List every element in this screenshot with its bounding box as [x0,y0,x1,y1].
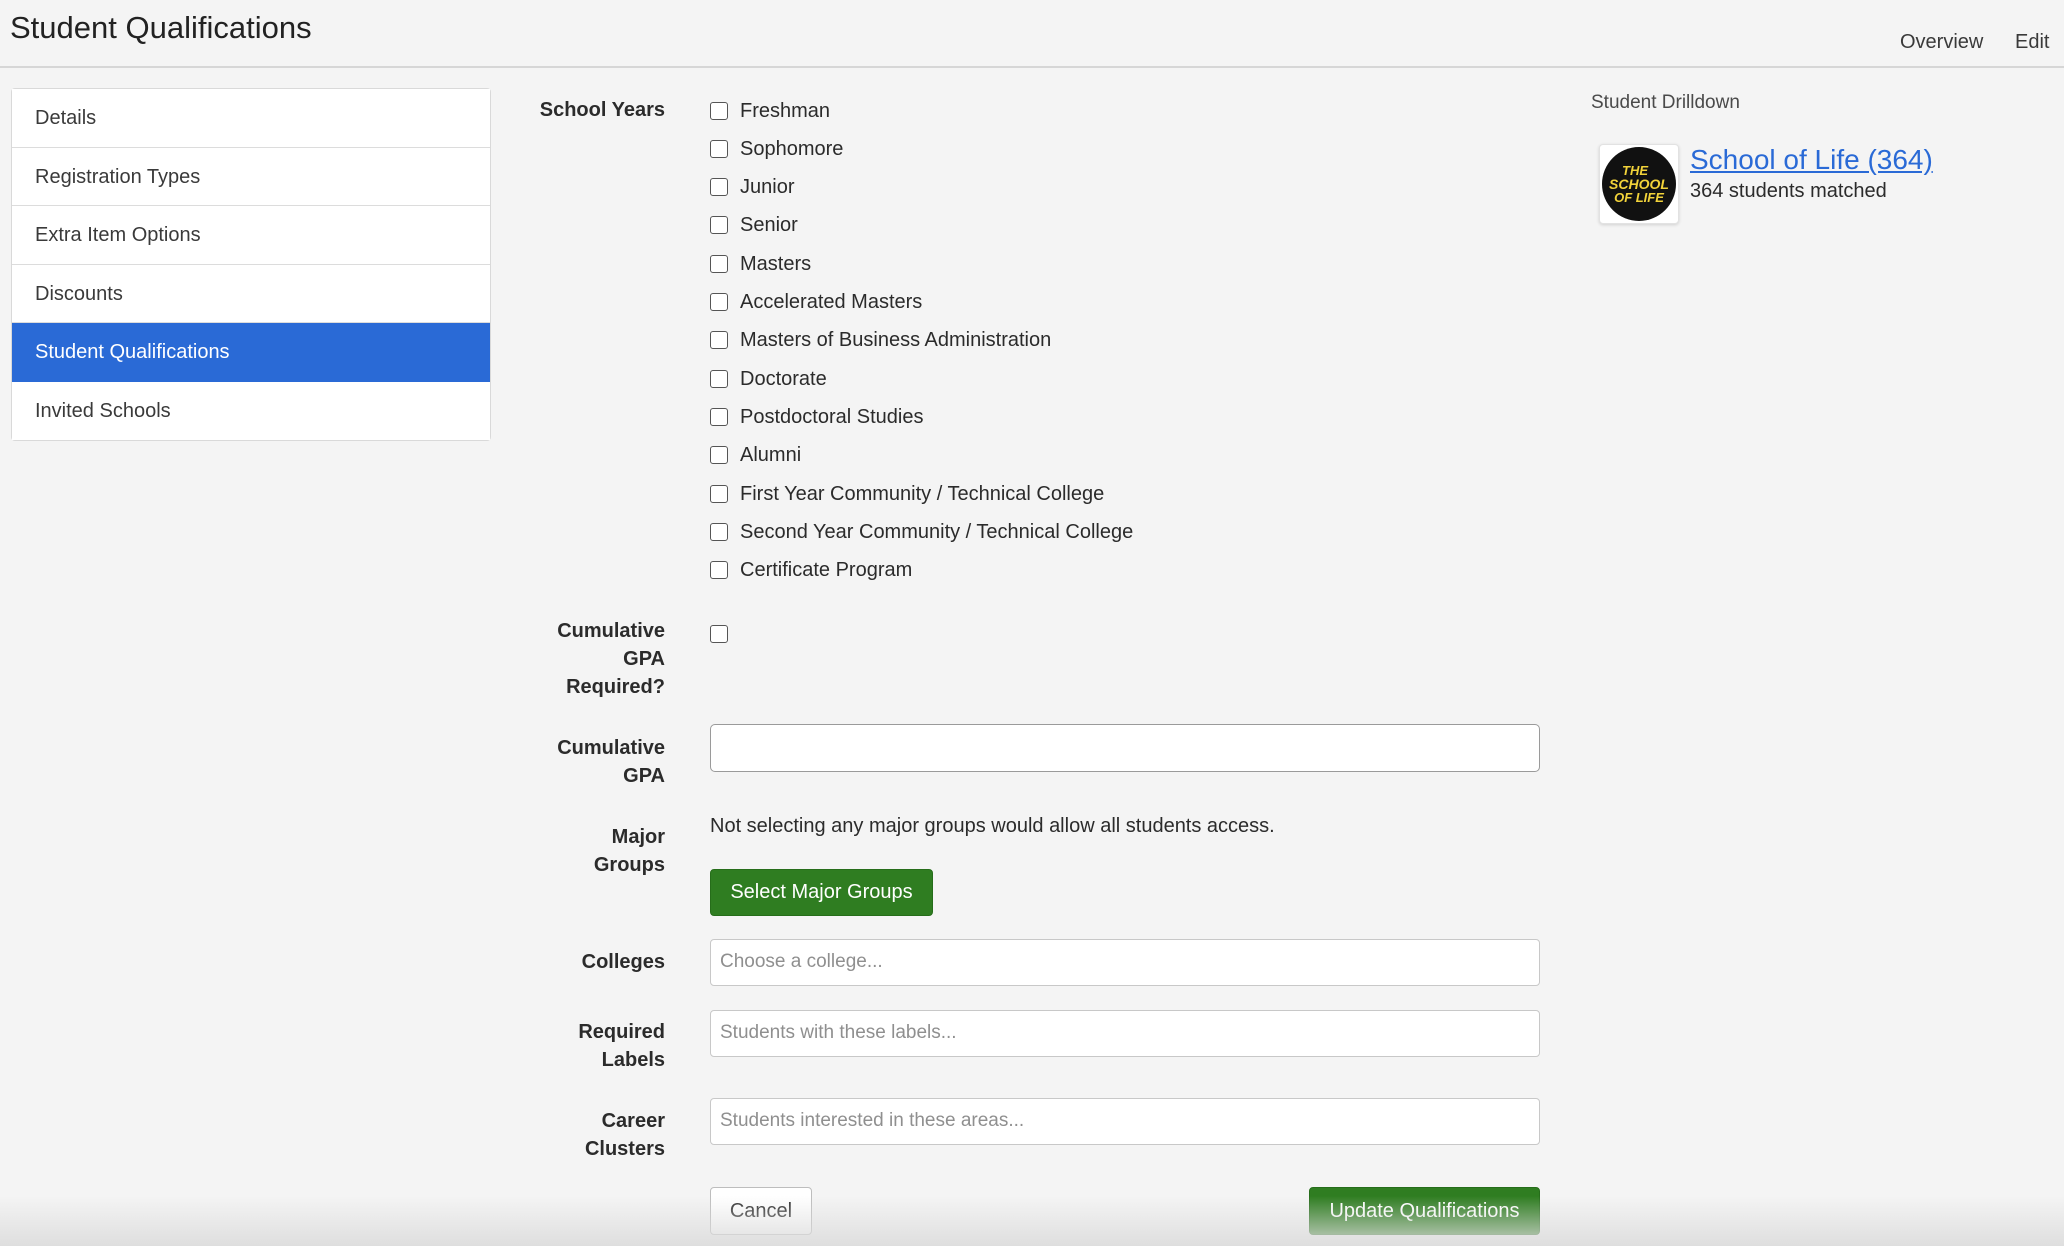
checkbox-label: Certificate Program [740,558,913,581]
gpa-required-row[interactable] [710,619,740,649]
select-major-groups-button[interactable]: Select Major Groups [710,869,933,916]
gpa-required-checkbox[interactable] [710,625,728,643]
checkbox-row-junior[interactable]: Junior [710,172,794,202]
accelerated-masters-checkbox[interactable] [710,293,728,311]
sidebar-item-student-qualifications[interactable]: Student Qualifications [12,323,490,382]
second-year-cc-checkbox[interactable] [710,523,728,541]
checkbox-label: Sophomore [740,137,844,160]
gpa-required-label: Cumulative GPA Required? [557,617,665,701]
postdoctoral-checkbox[interactable] [710,408,728,426]
checkbox-label: Doctorate [740,367,827,390]
checkbox-label: Alumni [740,443,802,466]
cancel-button[interactable]: Cancel [710,1187,812,1235]
checkbox-row-postdoctoral[interactable]: Postdoctoral Studies [710,402,923,432]
checkbox-row-freshman[interactable]: Freshman [710,96,830,126]
logo-line: OF LIFE [1614,190,1664,205]
edit-link[interactable]: Edit [2015,31,2049,54]
checkbox-row-sophomore[interactable]: Sophomore [710,134,843,164]
required-labels-label: Required Labels [578,1018,665,1074]
page-header: Student Qualifications Overview Edit [0,0,2064,68]
school-of-life-logo-icon: THE SCHOOL OF LIFE [1602,147,1676,221]
label-line: Clusters [584,1138,665,1160]
doctorate-checkbox[interactable] [710,370,728,388]
label-line: Cumulative [557,620,665,642]
checkbox-row-mba[interactable]: Masters of Business Administration [710,325,1051,355]
checkbox-label: Postdoctoral Studies [740,405,924,428]
label-line: Required? [566,676,665,698]
required-labels-select[interactable]: Students with these labels... [710,1010,1540,1057]
junior-checkbox[interactable] [710,178,728,196]
label-line: Major [611,826,665,848]
sidebar-item-details[interactable]: Details [12,89,490,148]
checkbox-row-certificate[interactable]: Certificate Program [710,555,912,585]
label-line: GPA [623,765,665,787]
checkbox-label: Second Year Community / Technical Colleg… [740,520,1134,543]
checkbox-label: Masters of Business Administration [740,328,1052,351]
page-title: Student Qualifications [10,10,312,45]
app-root: Student Qualifications Overview Edit Det… [0,0,2064,1246]
label-line: Groups [593,854,665,876]
sidebar-item-registration-types[interactable]: Registration Types [12,147,490,206]
checkbox-row-first-year-cc[interactable]: First Year Community / Technical College [710,479,1104,509]
checkbox-label: Senior [740,213,798,236]
label-line: GPA [623,648,665,670]
update-qualifications-button[interactable]: Update Qualifications [1309,1187,1540,1235]
masters-checkbox[interactable] [710,255,728,273]
career-clusters-label: Career Clusters [585,1107,665,1163]
checkbox-row-accelerated-masters[interactable]: Accelerated Masters [710,287,922,317]
colleges-select[interactable]: Choose a college... [710,939,1540,986]
sidebar-item-extra-item-options[interactable]: Extra Item Options [12,206,490,265]
first-year-cc-checkbox[interactable] [710,485,728,503]
label-line: Labels [601,1049,665,1071]
checkbox-label: First Year Community / Technical College [740,482,1105,505]
cumulative-gpa-input[interactable] [710,724,1540,772]
mba-checkbox[interactable] [710,331,728,349]
label-line: Cumulative [557,737,665,759]
career-clusters-select[interactable]: Students interested in these areas... [710,1098,1540,1145]
school-years-label: School Years [539,99,665,121]
overview-link[interactable]: Overview [1900,31,1983,54]
school-drilldown-link[interactable]: School of Life (364) [1690,144,1933,176]
major-groups-label: Major Groups [594,823,665,879]
label-line: Career [601,1110,665,1132]
checkbox-row-second-year-cc[interactable]: Second Year Community / Technical Colleg… [710,517,1133,547]
major-groups-info: Not selecting any major groups would all… [710,815,1275,837]
school-logo: THE SCHOOL OF LIFE [1599,144,1679,224]
checkbox-label: Masters [740,252,812,275]
colleges-label: Colleges [581,951,665,973]
sidebar-item-discounts[interactable]: Discounts [12,264,490,323]
senior-checkbox[interactable] [710,216,728,234]
students-matched-text: 364 students matched [1690,180,1887,202]
sophomore-checkbox[interactable] [710,140,728,158]
freshman-checkbox[interactable] [710,102,728,120]
checkbox-row-doctorate[interactable]: Doctorate [710,364,827,394]
sidebar-nav: Details Registration Types Extra Item Op… [11,88,491,441]
checkbox-row-masters[interactable]: Masters [710,249,811,279]
checkbox-label: Accelerated Masters [740,290,923,313]
sidebar-item-invited-schools[interactable]: Invited Schools [12,381,490,440]
certificate-checkbox[interactable] [710,561,728,579]
checkbox-label: Freshman [740,99,831,122]
checkbox-row-alumni[interactable]: Alumni [710,440,801,470]
checkbox-row-senior[interactable]: Senior [710,210,798,240]
label-line: Required [578,1021,665,1043]
bottom-fade [0,1196,2064,1246]
drilldown-title: Student Drilldown [1591,92,1740,113]
alumni-checkbox[interactable] [710,446,728,464]
cumulative-gpa-label: Cumulative GPA [557,734,665,790]
checkbox-label: Junior [740,175,795,198]
